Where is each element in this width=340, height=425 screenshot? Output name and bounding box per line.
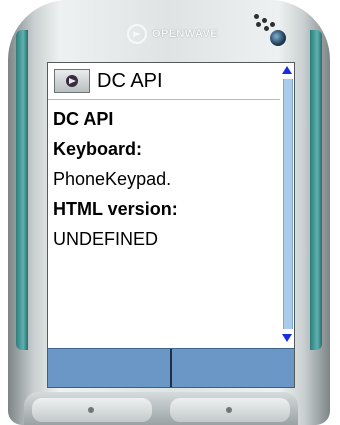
right-hardware-key[interactable] [170,398,290,422]
right-key-dot-icon [226,407,232,413]
content-line-keyboard-label: Keyboard: [53,139,143,159]
scrollbar[interactable] [281,63,293,347]
softkey-bar [48,348,294,387]
right-softkey[interactable] [172,349,294,387]
content-line-html-version-value: UNDEFINED [53,229,159,249]
scroll-up-arrow-icon[interactable] [281,63,293,77]
phone-trim-left [16,30,28,350]
scroll-track[interactable] [283,79,293,329]
phone-trim-right [310,30,322,350]
content-line-html-version-label: HTML version: [53,199,178,219]
scroll-down-arrow-icon[interactable] [281,331,293,345]
phone-screen: DC API DC API Keyboard: PhoneKeypad. HTM… [47,62,295,388]
camera-lens [270,30,286,46]
brand-logo: OPENWAVE [126,21,218,47]
left-softkey[interactable] [48,349,172,387]
page-icon[interactable] [54,69,90,93]
page-icon-glyph [66,75,78,87]
brand-name: OPENWAVE [152,28,218,40]
screen-title-bar: DC API [48,63,280,100]
content-line-keyboard-value: PhoneKeypad. [53,169,172,189]
left-key-dot-icon [88,407,94,413]
content-line-heading: DC API [53,109,114,129]
phone-navigation-keys [24,392,298,425]
openwave-swirl-icon [127,24,147,44]
screen-title: DC API [97,69,163,92]
left-hardware-key[interactable] [32,398,152,422]
page-content: DC API Keyboard: PhoneKeypad. HTML versi… [53,105,278,255]
